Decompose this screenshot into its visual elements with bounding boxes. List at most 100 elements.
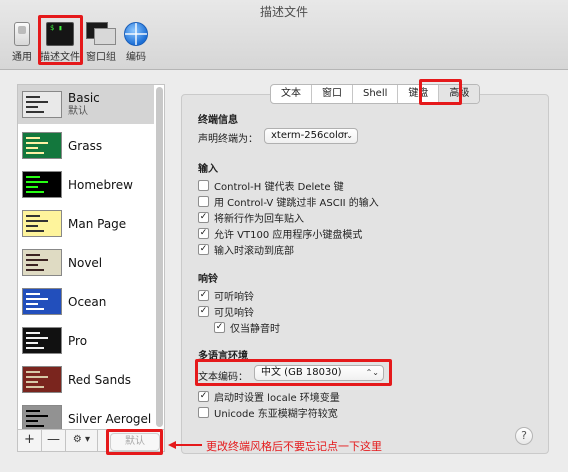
profile-actions-menu[interactable]: ⚙ ▾ <box>66 430 98 451</box>
option-unicode-wide[interactable]: Unicode 东亚模糊字符较宽 <box>198 405 338 420</box>
profile-name: Pro <box>68 333 88 348</box>
profile-thumbnail <box>22 327 62 354</box>
toolbar-window-groups-label: 窗口组 <box>86 52 116 63</box>
option-label: 允许 VT100 应用程序小键盘模式 <box>214 230 363 241</box>
tab-advanced[interactable]: 高级 <box>439 85 480 103</box>
text-encoding-select[interactable]: 中文 (GB 18030) ⌃⌄ <box>254 365 384 381</box>
tab-window[interactable]: 窗口 <box>312 85 353 103</box>
section-bell: 响铃 <box>198 274 218 285</box>
window-title: 描述文件 <box>259 5 308 19</box>
declare-terminal-label: 声明终端为： <box>198 134 258 145</box>
option-label: 将新行作为回车贴入 <box>214 214 304 225</box>
profile-thumbnail <box>22 249 62 276</box>
tab-keyboard[interactable]: 键盘 <box>398 85 440 103</box>
profile-item-homebrew[interactable]: Homebrew <box>18 165 154 204</box>
checkbox-vt100-keypad[interactable]: ✓ <box>198 228 209 239</box>
profile-thumbnail <box>22 171 62 198</box>
option-audible-bell[interactable]: ✓ 可听响铃 <box>198 288 254 303</box>
profile-thumbnail <box>22 405 62 429</box>
toolbar-profiles-label: 描述文件 <box>40 52 80 63</box>
option-label: 仅当静音时 <box>230 324 280 335</box>
toolbar-profiles-button[interactable]: $ ▮ 描述文件 <box>38 20 82 66</box>
toolbar: 描述文件 通用 $ ▮ 描述文件 窗口组 编码 <box>0 0 568 70</box>
profile-name: Homebrew <box>68 177 133 192</box>
option-ctrl-h-delete[interactable]: Control-H 键代表 Delete 键 <box>198 178 344 193</box>
profile-name: Ocean <box>68 294 107 309</box>
checkbox-unicode-wide[interactable] <box>198 407 209 418</box>
chevron-updown-icon: ⌃⌄ <box>365 368 379 377</box>
profile-name: Grass <box>68 138 103 153</box>
option-set-locale[interactable]: ✓ 启动时设置 locale 环境变量 <box>198 389 340 404</box>
profile-name: Novel <box>68 255 103 270</box>
profile-item-basic[interactable]: Basic 默认 <box>18 85 154 124</box>
profile-name: Basic <box>68 90 100 105</box>
profile-item-silver-aerogel[interactable]: Silver Aerogel <box>18 399 154 429</box>
option-vt100-keypad[interactable]: ✓ 允许 VT100 应用程序小键盘模式 <box>198 226 362 241</box>
annotation-text: 更改终端风格后不要忘记点一下这里 <box>206 440 382 453</box>
section-terminal-info: 终端信息 <box>198 115 238 126</box>
profile-thumbnail <box>22 288 62 315</box>
option-label: 可听响铃 <box>214 292 254 303</box>
checkbox-only-when-muted[interactable]: ✓ <box>214 322 225 333</box>
tab-text[interactable]: 文本 <box>271 85 312 103</box>
option-ctrl-v-escape[interactable]: 用 Control-V 键跳过非 ASCII 的输入 <box>198 194 379 209</box>
profile-list-scrollbar[interactable] <box>156 87 163 427</box>
option-scroll-on-input[interactable]: ✓ 输入时滚动到底部 <box>198 242 294 257</box>
add-profile-button[interactable]: + <box>18 430 42 451</box>
option-only-when-muted[interactable]: ✓ 仅当静音时 <box>214 320 280 335</box>
toolbar-general-label: 通用 <box>12 52 32 63</box>
profile-item-red-sands[interactable]: Red Sands <box>18 360 154 399</box>
tab-shell[interactable]: Shell <box>353 85 399 103</box>
annotation-arrow-icon <box>168 441 202 449</box>
section-international: 多语言环境 <box>198 351 248 362</box>
terminal-icon: $ ▮ <box>46 22 74 46</box>
profile-thumbnail <box>22 366 62 393</box>
profile-item-ocean[interactable]: Ocean <box>18 282 154 321</box>
toolbar-window-groups-button[interactable]: 窗口组 <box>84 20 118 66</box>
profile-thumbnail <box>22 91 62 118</box>
option-label: 输入时滚动到底部 <box>214 246 294 257</box>
checkbox-ctrl-v-escape[interactable] <box>198 196 209 207</box>
settings-tabs: 文本 窗口 Shell 键盘 高级 <box>270 84 481 104</box>
toolbar-general-button[interactable]: 通用 <box>2 20 42 66</box>
declare-terminal-select[interactable]: xterm-256color ⌃⌄ <box>264 128 358 144</box>
checkbox-audible-bell[interactable]: ✓ <box>198 290 209 301</box>
profile-thumbnail <box>22 210 62 237</box>
profile-thumbnail <box>22 132 62 159</box>
option-label: 用 Control-V 键跳过非 ASCII 的输入 <box>214 198 379 209</box>
profile-item-grass[interactable]: Grass <box>18 126 154 165</box>
profile-item-man-page[interactable]: Man Page <box>18 204 154 243</box>
option-label: Control-H 键代表 Delete 键 <box>214 182 344 193</box>
profile-list[interactable]: Basic 默认 Grass Homebrew Man Page Novel Oc… <box>17 84 165 430</box>
chevron-updown-icon: ⌃⌄ <box>339 131 353 140</box>
option-paste-newline[interactable]: ✓ 将新行作为回车贴入 <box>198 210 304 225</box>
section-input: 输入 <box>198 164 218 175</box>
checkbox-visual-bell[interactable]: ✓ <box>198 306 209 317</box>
remove-profile-button[interactable]: — <box>42 430 66 451</box>
checkbox-ctrl-h-delete[interactable] <box>198 180 209 191</box>
set-default-button[interactable]: 默认 <box>110 433 160 451</box>
toolbar-encodings-label: 编码 <box>126 52 146 63</box>
profile-item-pro[interactable]: Pro <box>18 321 154 360</box>
toolbar-encodings-button[interactable]: 编码 <box>118 20 154 66</box>
help-button[interactable]: ? <box>515 427 533 445</box>
profile-default-tag: 默认 <box>68 105 88 117</box>
checkbox-set-locale[interactable]: ✓ <box>198 391 209 402</box>
option-label: Unicode 东亚模糊字符较宽 <box>214 409 338 420</box>
declare-terminal-value: xterm-256color <box>271 130 348 141</box>
text-encoding-value: 中文 (GB 18030) <box>261 367 342 378</box>
window-group-icon <box>86 22 116 46</box>
terminal-preferences-window: 描述文件 通用 $ ▮ 描述文件 窗口组 编码 Basic 默认 Grass H… <box>0 0 568 472</box>
checkbox-scroll-on-input[interactable]: ✓ <box>198 244 209 255</box>
text-encoding-label: 文本编码： <box>198 372 248 383</box>
globe-icon <box>124 22 148 46</box>
profile-name: Silver Aerogel <box>68 411 152 426</box>
profile-name: Red Sands <box>68 372 132 387</box>
option-label: 启动时设置 locale 环境变量 <box>214 393 340 404</box>
checkbox-paste-newline[interactable]: ✓ <box>198 212 209 223</box>
option-visual-bell[interactable]: ✓ 可见响铃 <box>198 304 254 319</box>
switch-icon <box>14 22 30 46</box>
profile-item-novel[interactable]: Novel <box>18 243 154 282</box>
profile-name: Man Page <box>68 216 127 231</box>
option-label: 可见响铃 <box>214 308 254 319</box>
